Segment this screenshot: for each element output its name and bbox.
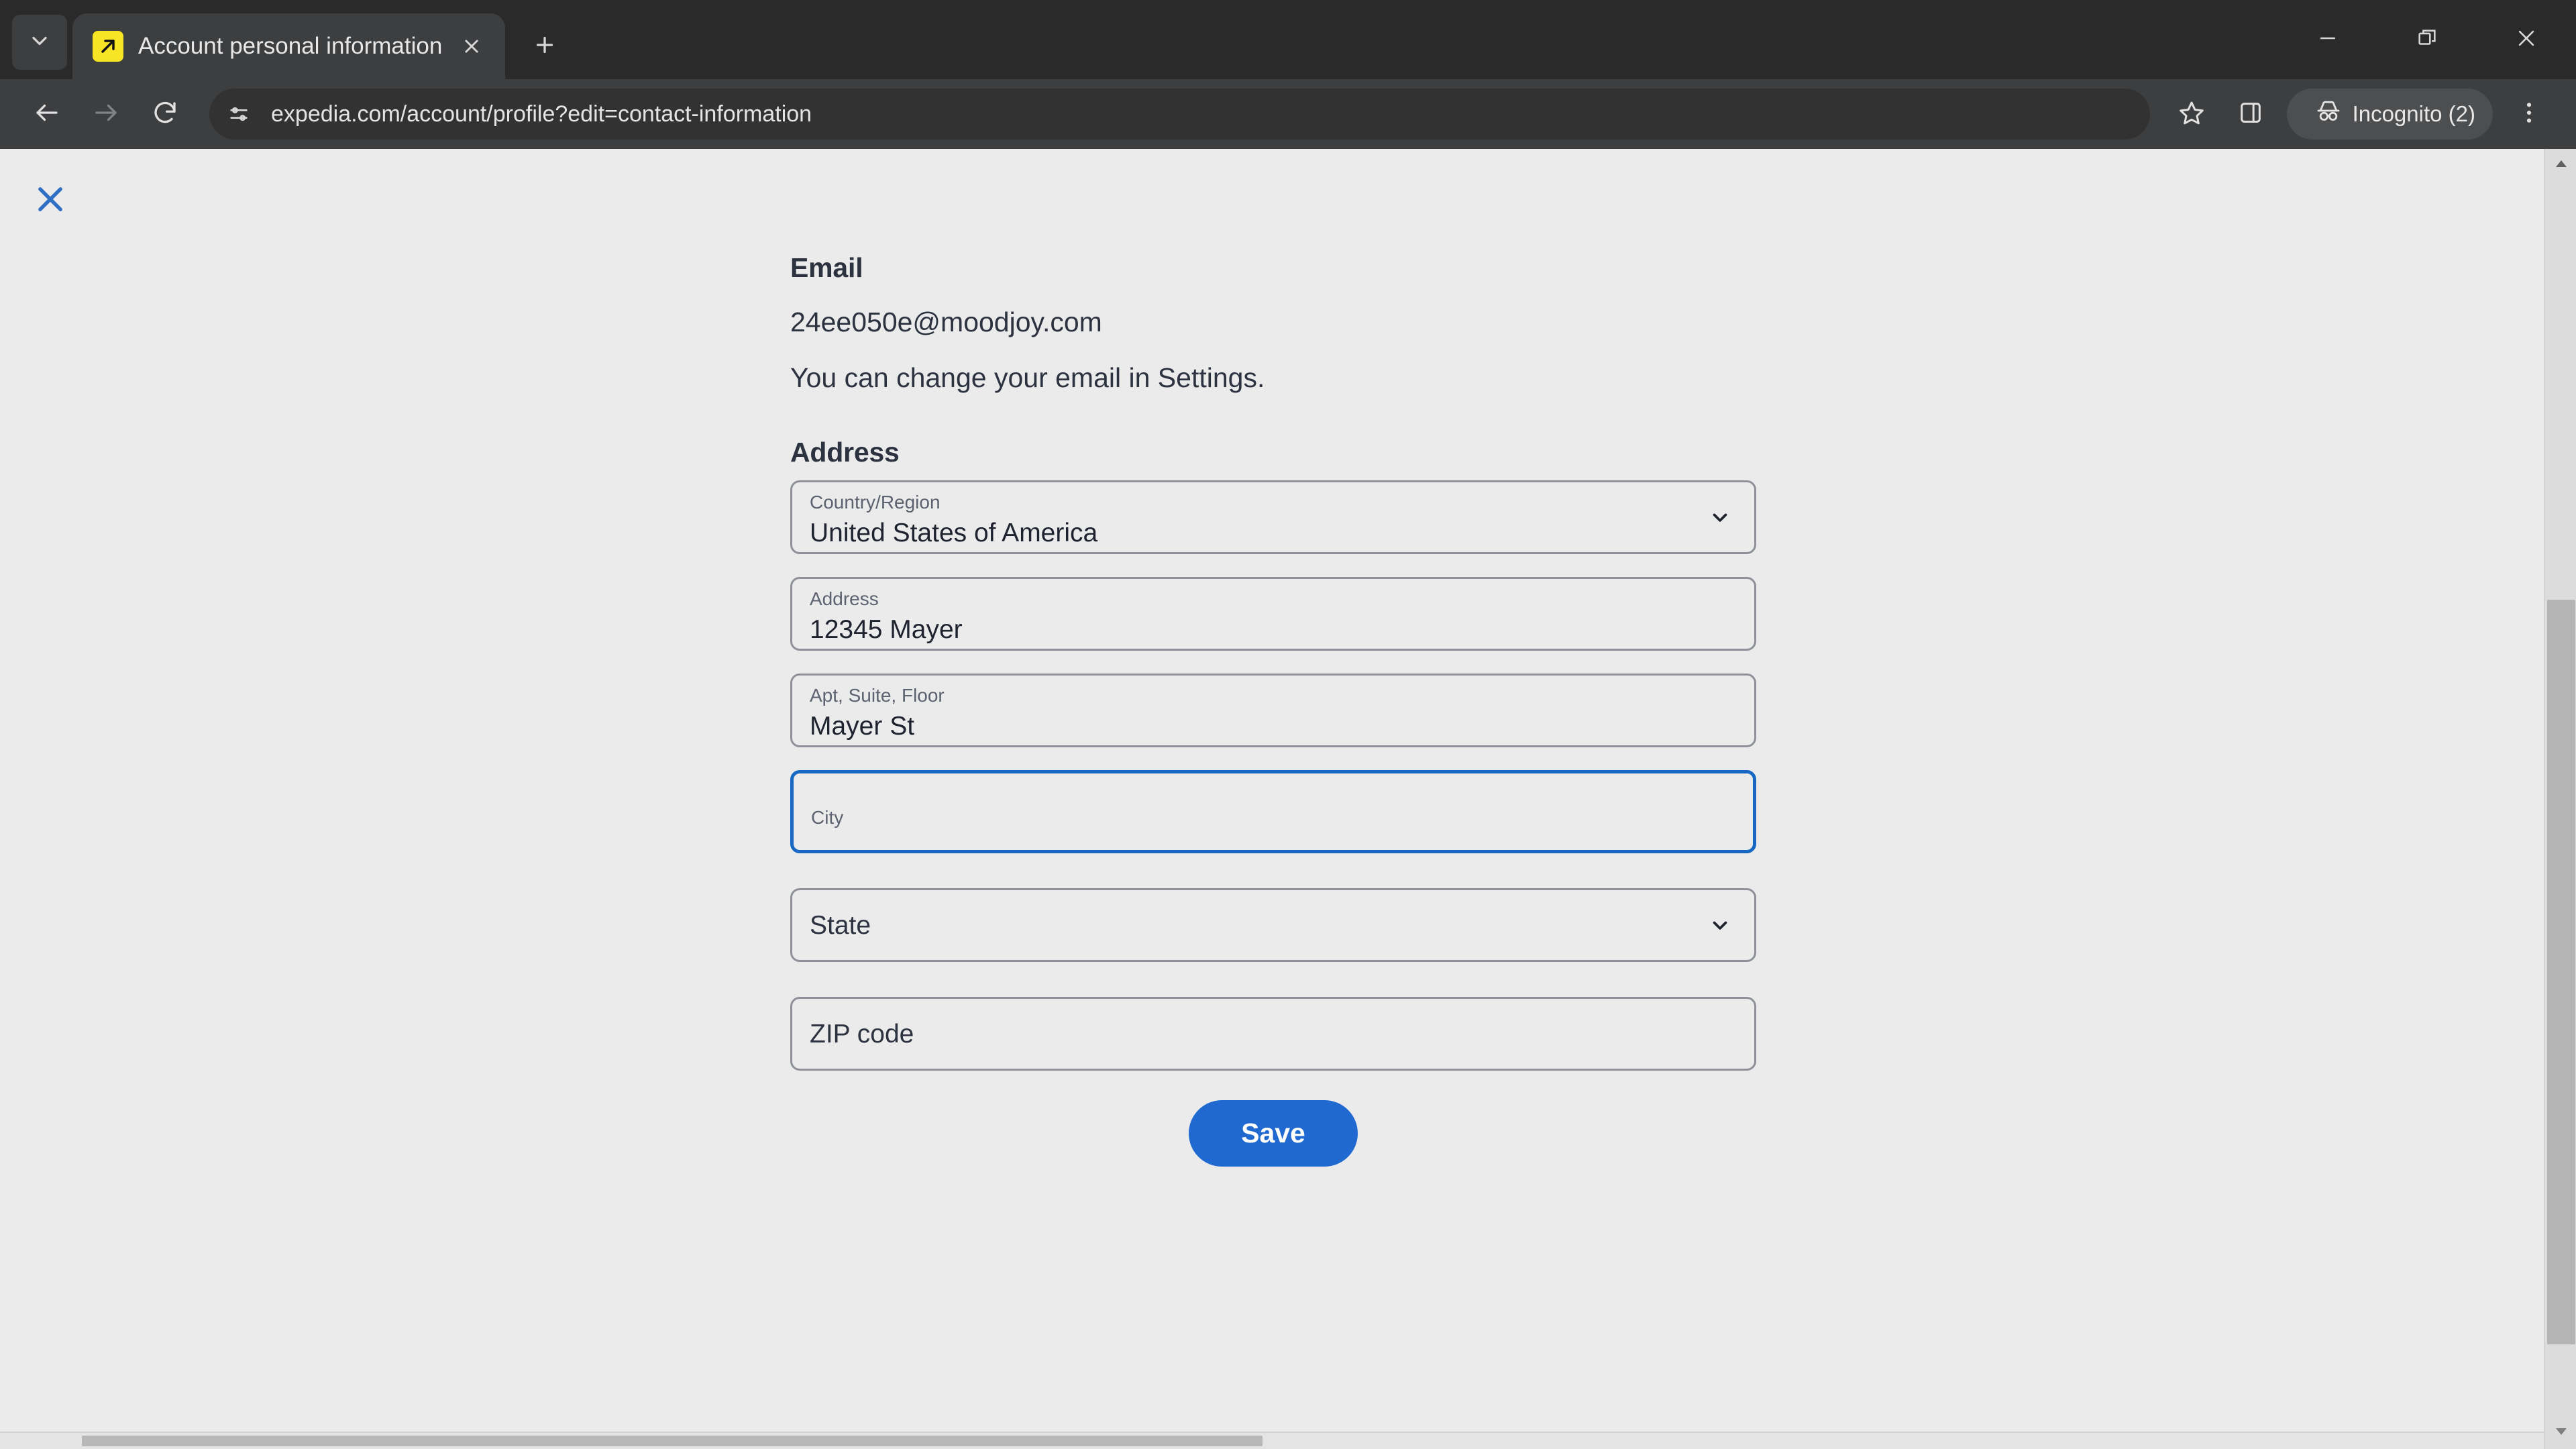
chevron-down-icon	[1709, 506, 1731, 529]
apt-suite-floor-input[interactable]: Apt, Suite, Floor Mayer St	[790, 674, 1756, 747]
reload-icon	[151, 99, 179, 130]
minimize-button[interactable]	[2278, 0, 2377, 79]
bookmark-button[interactable]	[2162, 85, 2221, 144]
address-value: 12345 Mayer	[810, 615, 963, 644]
email-note: You can change your email in Settings.	[790, 362, 1265, 393]
vertical-scrollbar[interactable]	[2544, 149, 2576, 1449]
horizontal-scrollbar[interactable]	[0, 1432, 2544, 1449]
city-input[interactable]: City	[790, 770, 1756, 853]
page-settings-icon[interactable]	[216, 91, 262, 137]
browser-menu-button[interactable]	[2500, 85, 2559, 144]
address-section-heading: Address	[790, 437, 900, 468]
horizontal-scrollbar-thumb[interactable]	[82, 1436, 1263, 1446]
state-select[interactable]: State	[790, 888, 1756, 962]
side-panel-button[interactable]	[2221, 85, 2280, 144]
tab-title: Account personal information	[138, 33, 443, 59]
window-close-button[interactable]	[2477, 0, 2576, 79]
close-icon	[32, 180, 69, 221]
apt-suite-floor-value: Mayer St	[810, 712, 915, 741]
tab-strip: Account personal information	[0, 0, 2576, 79]
save-row: Save	[790, 1100, 1756, 1167]
incognito-label: Incognito (2)	[2352, 101, 2475, 126]
email-value: 24ee050e@moodjoy.com	[790, 307, 1102, 337]
country-region-value: United States of America	[810, 519, 1098, 547]
side-panel-icon	[2237, 99, 2264, 129]
minimize-icon	[2316, 27, 2339, 53]
plus-icon	[533, 33, 557, 60]
reload-button[interactable]	[136, 85, 195, 144]
restore-icon	[2416, 27, 2438, 53]
three-dot-menu-icon	[2516, 99, 2542, 129]
star-icon	[2178, 99, 2205, 129]
save-button[interactable]: Save	[1189, 1100, 1358, 1167]
window-controls	[2278, 0, 2576, 79]
address-input[interactable]: Address 12345 Mayer	[790, 577, 1756, 651]
url-text: expedia.com/account/profile?edit=contact…	[271, 101, 812, 127]
email-section-heading: Email	[790, 252, 863, 283]
page-viewport: Email 24ee050e@moodjoy.com You can chang…	[0, 149, 2576, 1449]
close-icon	[2515, 27, 2538, 53]
browser-tab[interactable]: Account personal information	[72, 13, 506, 79]
zip-code-placeholder: ZIP code	[810, 1019, 914, 1049]
state-placeholder: State	[810, 910, 871, 940]
zip-code-input[interactable]: ZIP code	[790, 997, 1756, 1071]
browser-toolbar: expedia.com/account/profile?edit=contact…	[0, 79, 2576, 149]
scroll-up-button[interactable]	[2545, 149, 2576, 181]
incognito-icon	[2315, 98, 2342, 130]
country-region-select[interactable]: Country/Region United States of America	[790, 480, 1756, 554]
arrow-left-icon	[33, 99, 61, 130]
restore-button[interactable]	[2377, 0, 2477, 79]
chevron-down-icon	[28, 29, 52, 56]
country-region-label: Country/Region	[810, 492, 941, 513]
tab-search-button[interactable]	[12, 15, 67, 70]
arrow-right-icon	[92, 99, 120, 130]
city-label: City	[811, 807, 844, 828]
address-bar[interactable]: expedia.com/account/profile?edit=contact…	[209, 89, 2150, 140]
vertical-scrollbar-thumb[interactable]	[2547, 600, 2575, 1344]
triangle-down-icon	[2553, 1424, 2569, 1443]
apt-suite-floor-label: Apt, Suite, Floor	[810, 685, 945, 706]
triangle-up-icon	[2553, 156, 2569, 175]
contact-information-form: Email 24ee050e@moodjoy.com You can chang…	[790, 149, 1756, 1167]
new-tab-button[interactable]	[520, 21, 570, 71]
scroll-down-button[interactable]	[2545, 1417, 2576, 1449]
incognito-indicator[interactable]: Incognito (2)	[2286, 89, 2493, 140]
chevron-down-icon	[1709, 914, 1731, 936]
expedia-favicon	[93, 31, 123, 62]
forward-button[interactable]	[76, 85, 136, 144]
back-button[interactable]	[17, 85, 76, 144]
tab-close-button[interactable]	[453, 28, 490, 65]
address-label: Address	[810, 588, 879, 609]
close-dialog-button[interactable]	[23, 173, 78, 228]
browser-window: Account personal information expedia.com…	[0, 0, 2576, 1449]
